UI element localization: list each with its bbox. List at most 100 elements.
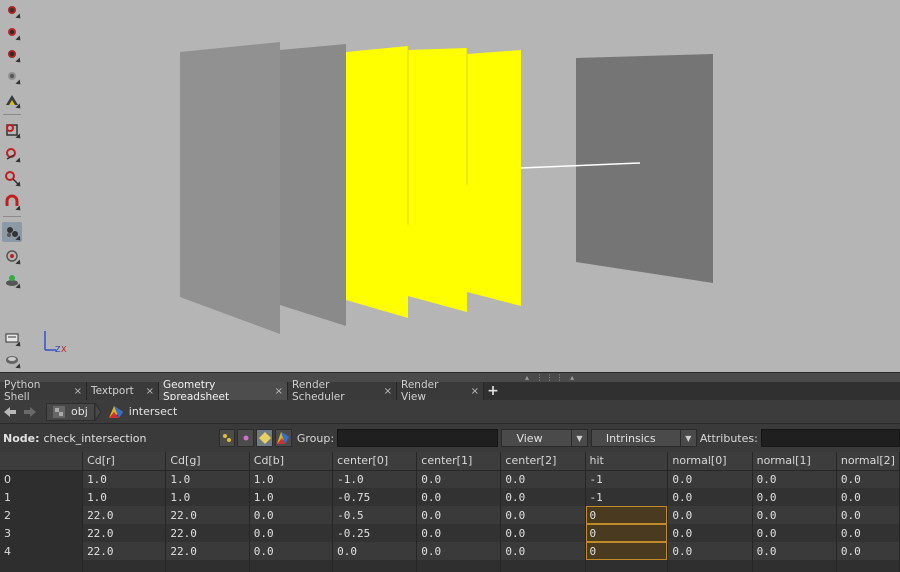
snap-grid-icon[interactable] (2, 120, 23, 141)
table-cell[interactable]: 22.0 (165, 542, 250, 560)
table-cell[interactable]: 0.0 (500, 470, 586, 488)
row-index[interactable]: 3 (0, 524, 84, 542)
table-cell[interactable]: 0.0 (500, 488, 586, 506)
table-cell[interactable]: 0.0 (752, 470, 837, 488)
column-header[interactable]: normal[2] (836, 452, 900, 471)
table-cell[interactable]: 0.0 (332, 542, 418, 560)
table-cell[interactable]: 0.0 (667, 506, 753, 524)
table-cell[interactable]: 0.0 (836, 506, 900, 524)
table-cell[interactable]: 22.0 (82, 506, 167, 524)
table-cell[interactable]: 1.0 (82, 488, 167, 506)
primitives-mode-icon[interactable] (256, 429, 274, 447)
table-cell[interactable]: 0.0 (667, 470, 753, 488)
geometry-spreadsheet[interactable]: Cd[r] Cd[g] Cd[b] center[0] center[1] ce… (0, 452, 900, 572)
table-cell[interactable]: 1.0 (249, 470, 334, 488)
scene-canvas[interactable]: Z X (0, 0, 900, 372)
tab-geometry-spreadsheet[interactable]: Geometry Spreadsheet × (159, 379, 288, 403)
breadcrumb-intersect[interactable]: intersect (103, 403, 184, 421)
table-cell[interactable]: -0.75 (332, 488, 418, 506)
table-cell[interactable]: 1.0 (165, 488, 250, 506)
select-tool-icon[interactable] (2, 0, 23, 21)
row-index[interactable]: 1 (0, 488, 84, 506)
table-cell[interactable]: 1.0 (82, 470, 167, 488)
points-mode-icon[interactable] (218, 429, 236, 447)
table-cell[interactable]: 0.0 (836, 542, 900, 560)
vertices-mode-icon[interactable] (237, 429, 255, 447)
table-cell[interactable]: -1.0 (332, 470, 418, 488)
breadcrumb-obj[interactable]: obj (46, 402, 95, 421)
table-cell[interactable]: -1 (585, 488, 669, 506)
magnet-icon[interactable] (2, 192, 23, 213)
table-cell[interactable]: 0.0 (667, 542, 753, 560)
column-header[interactable] (0, 452, 84, 471)
table-cell[interactable]: 0.0 (836, 470, 900, 488)
table-cell[interactable]: 0.0 (752, 488, 837, 506)
close-icon[interactable]: × (471, 386, 479, 397)
table-cell[interactable]: 0.0 (416, 470, 502, 488)
table-cell[interactable]: 22.0 (82, 542, 167, 560)
handle-tool-icon[interactable] (2, 90, 23, 111)
table-cell[interactable]: 0 (585, 542, 669, 560)
table-cell[interactable]: 0 (585, 524, 669, 542)
table-cell[interactable]: 1.0 (249, 488, 334, 506)
move-tool-icon[interactable] (2, 22, 23, 43)
snap-prim-icon[interactable] (2, 144, 23, 165)
column-header[interactable]: normal[0] (667, 452, 753, 471)
table-cell[interactable]: 0.0 (249, 506, 334, 524)
shading-mode-icon[interactable] (2, 350, 23, 371)
table-cell[interactable]: 0.0 (416, 542, 502, 560)
table-cell[interactable]: 1.0 (165, 470, 250, 488)
table-cell[interactable]: -0.25 (332, 524, 418, 542)
table-cell[interactable]: 0.0 (416, 488, 502, 506)
table-row[interactable]: 1 1.0 1.0 1.0 -0.75 0.0 0.0 -1 0.0 0.0 0.0 (0, 488, 900, 506)
view-tool-icon[interactable] (2, 222, 23, 243)
arrow-left-icon[interactable] (0, 402, 20, 422)
tab-render-scheduler[interactable]: Render Scheduler × (288, 379, 397, 403)
table-cell[interactable]: 0.0 (500, 506, 586, 524)
close-icon[interactable]: × (275, 386, 283, 397)
table-row[interactable]: 3 22.0 22.0 0.0 -0.25 0.0 0.0 0 0.0 0.0 0.0 (0, 524, 900, 542)
table-row[interactable]: 0 1.0 1.0 1.0 -1.0 0.0 0.0 -1 0.0 0.0 0.0 (0, 470, 900, 488)
intrinsics-dropdown[interactable]: Intrinsics ▼ (590, 429, 697, 447)
close-icon[interactable]: × (146, 386, 154, 397)
group-field[interactable] (337, 429, 499, 447)
view-dropdown[interactable]: View ▼ (501, 429, 588, 447)
row-index[interactable]: 2 (0, 506, 84, 524)
tab-render-view[interactable]: Render View × (397, 379, 484, 403)
table-cell[interactable]: -1 (585, 470, 669, 488)
table-cell[interactable]: 0.0 (752, 506, 837, 524)
tab-python-shell[interactable]: Python Shell × (0, 379, 87, 403)
column-header[interactable]: center[0] (332, 452, 418, 471)
table-cell[interactable]: 22.0 (165, 506, 250, 524)
table-cell[interactable]: 0.0 (500, 524, 586, 542)
row-index[interactable]: 4 (0, 542, 84, 560)
table-cell[interactable]: 0.0 (752, 542, 837, 560)
detail-mode-icon[interactable] (275, 429, 292, 447)
table-row[interactable]: 2 22.0 22.0 0.0 -0.5 0.0 0.0 0 0.0 0.0 0.0 (0, 506, 900, 524)
table-cell[interactable]: 0.0 (416, 524, 502, 542)
attributes-field[interactable] (760, 429, 900, 447)
arrow-right-icon[interactable] (20, 402, 40, 422)
table-cell[interactable]: 0.0 (500, 542, 586, 560)
add-tab-icon[interactable]: + (484, 382, 502, 400)
table-cell[interactable]: 0.0 (249, 542, 334, 560)
table-cell[interactable]: 0.0 (416, 506, 502, 524)
table-cell[interactable]: 22.0 (165, 524, 250, 542)
column-header[interactable]: normal[1] (752, 452, 837, 471)
tab-textport[interactable]: Textport × (87, 382, 159, 400)
snap-point-icon[interactable] (2, 168, 23, 189)
table-cell[interactable]: 0.0 (836, 524, 900, 542)
column-header[interactable]: Cd[g] (165, 452, 250, 471)
scene-viewport[interactable]: Z X (0, 0, 900, 372)
table-cell[interactable]: 0.0 (249, 524, 334, 542)
close-icon[interactable]: × (384, 386, 392, 397)
column-header[interactable]: Cd[r] (82, 452, 167, 471)
scale-tool-icon[interactable] (2, 66, 23, 87)
table-cell[interactable]: 0.0 (836, 488, 900, 506)
rotate-tool-icon[interactable] (2, 44, 23, 65)
table-cell[interactable]: -0.5 (332, 506, 418, 524)
column-header[interactable]: hit (585, 452, 669, 471)
splitter-grip-icon[interactable]: ▴ ⋮⋮⋮ ▴ (525, 373, 576, 382)
column-header[interactable]: Cd[b] (249, 452, 334, 471)
table-cell[interactable]: 0.0 (667, 488, 753, 506)
